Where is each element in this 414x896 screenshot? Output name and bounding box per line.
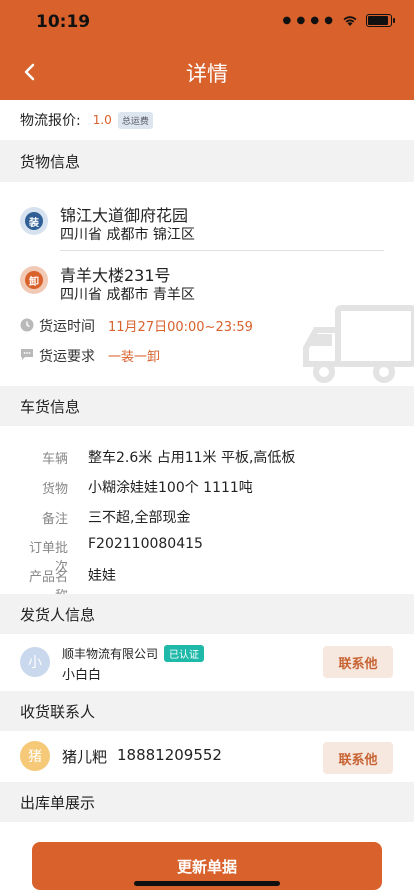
wifi-icon [342, 15, 358, 27]
shipper-name: 小白白 [62, 668, 102, 683]
truck-watermark-icon [303, 305, 414, 383]
header-bar: 10:19 ● ● ● ● 详情 [0, 0, 414, 100]
vehicle-section-header: 车货信息 [0, 386, 414, 426]
vehicle-row-label: 车辆 [41, 452, 68, 467]
signal-icon: ● ● ● ● [282, 15, 334, 26]
unload-badge: 卸 [20, 266, 48, 294]
vehicle-row-value: 娃娃 [88, 568, 116, 584]
receiver-phone: 18881209552 [117, 746, 222, 764]
shipper-company-row: 顺丰物流有限公司 已认证 [62, 645, 205, 662]
vehicle-row-label: 货物 [41, 482, 68, 497]
ship-req-label: 货运要求 [39, 349, 95, 365]
vehicle-row-value: 整车2.6米 占用11米 平板,高低板 [88, 450, 296, 466]
outbound-section-title: 出库单展示 [20, 793, 96, 812]
receiver-section-title: 收货联系人 [20, 702, 96, 721]
load-address-region: 四川省 成都市 锦江区 [60, 227, 195, 243]
message-icon [21, 349, 33, 360]
quote-row: 物流报价: 1.0 总运费 [0, 100, 414, 140]
clock-icon [20, 318, 34, 332]
contact-receiver-button[interactable]: 联系他 [323, 742, 393, 774]
vehicle-section-title: 车货信息 [20, 397, 81, 416]
outbound-section-header: 出库单展示 [0, 782, 414, 822]
vehicle-row-value: 小糊涂娃娃100个 1111吨 [88, 480, 253, 496]
vehicle-row-value: 三不超,全部现金 [88, 510, 191, 526]
shipper-company: 顺丰物流有限公司 [62, 647, 159, 661]
vehicle-row-value: F202110080415 [88, 536, 203, 552]
unload-badge-text: 卸 [25, 271, 43, 289]
address-divider [60, 250, 384, 251]
ship-req-value: 一装一卸 [108, 350, 161, 365]
receiver-name: 猪儿粑 [62, 748, 108, 766]
battery-icon [366, 14, 395, 27]
quote-label: 物流报价: [20, 113, 81, 129]
cargo-section-title: 货物信息 [20, 152, 81, 171]
unload-address-region: 四川省 成都市 青羊区 [60, 287, 195, 303]
receiver-section-header: 收货联系人 [0, 691, 414, 731]
page-title: 详情 [186, 62, 228, 86]
receiver-avatar: 猪 [20, 741, 50, 771]
shipper-section-title: 发货人信息 [20, 605, 96, 624]
status-time: 10:19 [36, 12, 91, 32]
cargo-section-header: 货物信息 [0, 140, 414, 182]
ship-time-label: 货运时间 [39, 319, 95, 335]
quote-value: 1.0 [92, 113, 112, 127]
unload-address-name: 青羊大楼231号 [60, 266, 171, 285]
vehicle-row-label: 备注 [41, 512, 68, 527]
load-badge-text: 装 [25, 212, 43, 230]
status-icons: ● ● ● ● [282, 14, 395, 27]
load-address-name: 锦江大道御府花园 [60, 206, 189, 225]
quote-tag: 总运费 [117, 111, 153, 129]
shipper-avatar: 小 [20, 647, 50, 677]
load-badge: 装 [20, 207, 48, 235]
shipper-section-header: 发货人信息 [0, 594, 414, 634]
ship-time-value: 11月27日00:00~23:59 [108, 320, 253, 335]
home-indicator [134, 881, 280, 886]
contact-shipper-button[interactable]: 联系他 [323, 646, 393, 678]
verified-badge: 已认证 [164, 645, 205, 662]
